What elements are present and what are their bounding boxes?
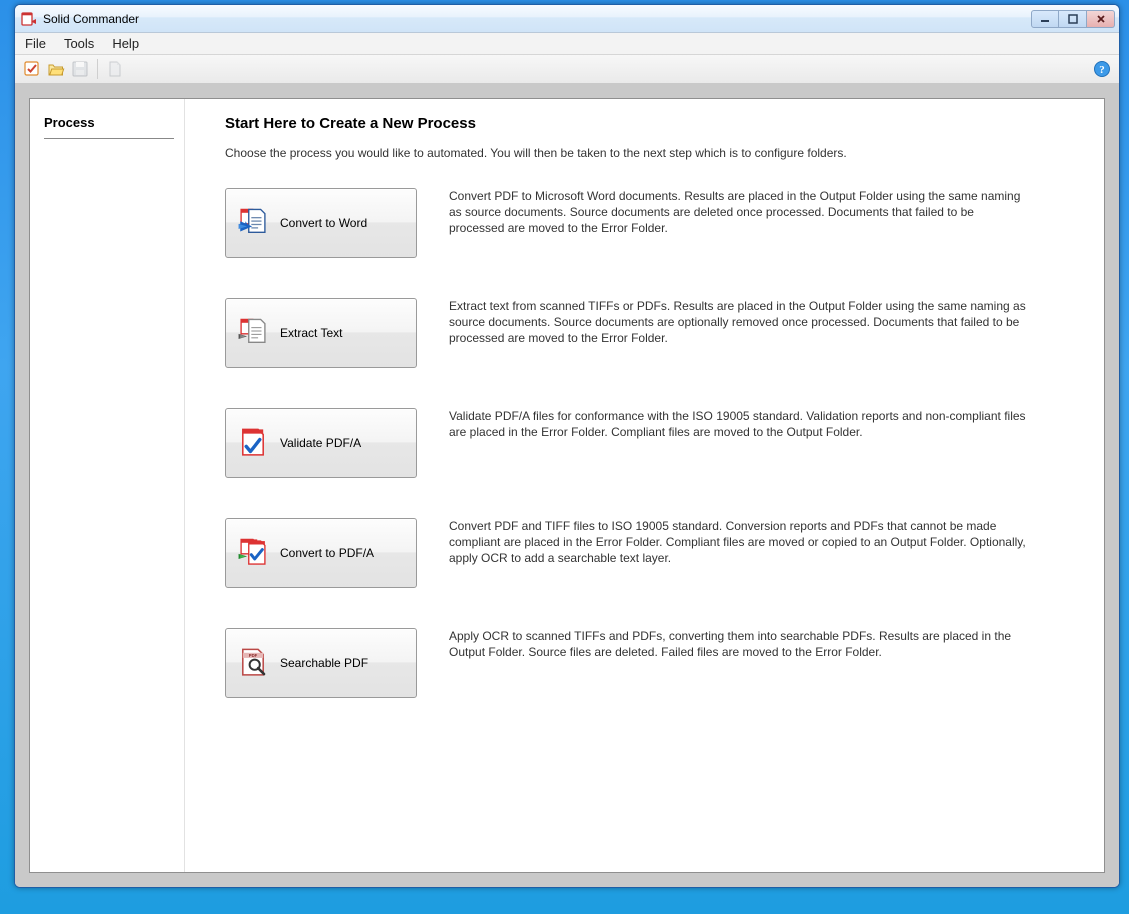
intro-text: Choose the process you would like to aut… [225, 146, 1074, 160]
content-panel: Process Start Here to Create a New Proce… [29, 98, 1105, 873]
sidebar: Process [30, 99, 185, 872]
searchable-pdf-icon: PDF [236, 646, 270, 680]
process-row-validate-pdfa: Validate PDF/A Validate PDF/A files for … [225, 408, 1074, 478]
close-button[interactable] [1087, 10, 1115, 28]
validate-pdfa-desc: Validate PDF/A files for conformance wit… [449, 408, 1029, 440]
main-pane: Start Here to Create a New Process Choos… [185, 99, 1104, 872]
window-title: Solid Commander [43, 12, 1031, 26]
window-controls [1031, 10, 1115, 28]
process-row-searchable-pdf: PDF Searchable PDF Apply OCR to scanned … [225, 628, 1074, 698]
validate-pdfa-button[interactable]: Validate PDF/A [225, 408, 417, 478]
save-icon[interactable] [71, 60, 89, 78]
sidebar-tab-process[interactable]: Process [44, 111, 174, 139]
toolbar-separator [97, 59, 98, 79]
toolbar: ? [15, 55, 1119, 84]
convert-to-pdfa-icon [236, 536, 270, 570]
app-window: Solid Commander File Tools Help [14, 4, 1120, 888]
convert-to-word-button[interactable]: Convert to Word [225, 188, 417, 258]
convert-to-pdfa-button[interactable]: Convert to PDF/A [225, 518, 417, 588]
validate-pdfa-icon [236, 426, 270, 460]
svg-text:?: ? [1099, 64, 1105, 76]
menu-tools[interactable]: Tools [64, 36, 94, 51]
client-area: Process Start Here to Create a New Proce… [15, 84, 1119, 887]
page-heading: Start Here to Create a New Process [225, 115, 1074, 132]
extract-text-button[interactable]: Extract Text [225, 298, 417, 368]
convert-to-pdfa-desc: Convert PDF and TIFF files to ISO 19005 … [449, 518, 1029, 567]
svg-text:PDF: PDF [249, 653, 258, 658]
convert-to-word-icon [236, 206, 270, 240]
searchable-pdf-label: Searchable PDF [280, 656, 368, 670]
searchable-pdf-desc: Apply OCR to scanned TIFFs and PDFs, con… [449, 628, 1029, 660]
document-icon[interactable] [106, 60, 124, 78]
new-process-icon[interactable] [23, 60, 41, 78]
menu-help[interactable]: Help [112, 36, 139, 51]
process-row-extract-text: Extract Text Extract text from scanned T… [225, 298, 1074, 368]
help-icon[interactable]: ? [1093, 60, 1111, 78]
process-row-convert-to-word: Convert to Word Convert PDF to Microsoft… [225, 188, 1074, 258]
process-row-convert-pdfa: Convert to PDF/A Convert PDF and TIFF fi… [225, 518, 1074, 588]
validate-pdfa-label: Validate PDF/A [280, 436, 361, 450]
open-folder-icon[interactable] [47, 60, 65, 78]
extract-text-icon [236, 316, 270, 350]
convert-to-word-desc: Convert PDF to Microsoft Word documents.… [449, 188, 1029, 237]
titlebar: Solid Commander [15, 5, 1119, 33]
menubar: File Tools Help [15, 33, 1119, 55]
app-icon [21, 11, 37, 27]
minimize-button[interactable] [1031, 10, 1059, 28]
extract-text-desc: Extract text from scanned TIFFs or PDFs.… [449, 298, 1029, 347]
convert-to-pdfa-label: Convert to PDF/A [280, 546, 374, 560]
menu-file[interactable]: File [25, 36, 46, 51]
extract-text-label: Extract Text [280, 326, 342, 340]
searchable-pdf-button[interactable]: PDF Searchable PDF [225, 628, 417, 698]
convert-to-word-label: Convert to Word [280, 216, 367, 230]
maximize-button[interactable] [1059, 10, 1087, 28]
